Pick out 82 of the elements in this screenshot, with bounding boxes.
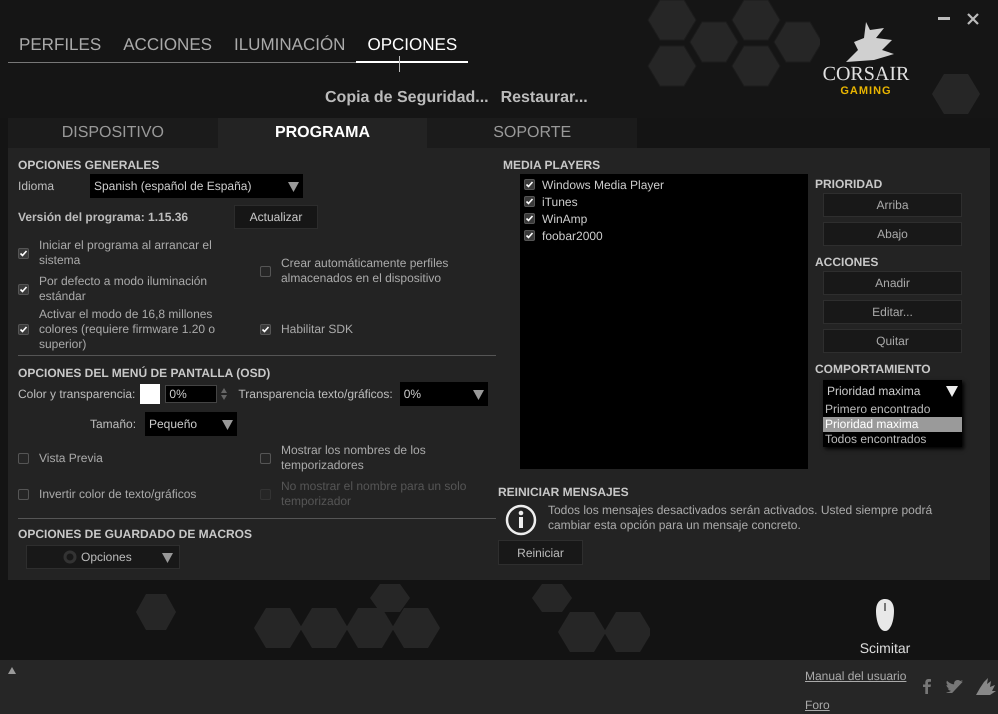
color-swatch[interactable] xyxy=(140,384,160,404)
checkbox[interactable] xyxy=(524,213,535,224)
list-item-label[interactable]: Windows Media Player xyxy=(542,176,664,194)
field-label: Transparencia texto/gráficos: xyxy=(238,386,393,403)
header-link[interactable]: Copia de Seguridad... xyxy=(325,86,489,110)
action-button[interactable]: Quitar xyxy=(823,329,962,353)
caret-icon xyxy=(472,388,484,400)
checkbox[interactable] xyxy=(18,248,29,258)
dropdown-option[interactable]: Primero encontrado xyxy=(823,402,962,417)
nav-tab[interactable]: PERFILES xyxy=(8,32,112,62)
checkbox[interactable] xyxy=(260,266,271,276)
section-tab[interactable]: PROGRAMA xyxy=(218,118,428,148)
info-text: Todos los mensajes desactivados serán activados. Usted siempre podrá cambiar esta opción para un mensaje concreto. xyxy=(548,503,934,533)
checkbox-label: Crear automáticamente perfiles almacenados en el dispositivo xyxy=(281,256,450,286)
footer-link[interactable]: Foro xyxy=(805,696,906,714)
section-title: ACCIONES xyxy=(815,254,880,267)
reset-button[interactable]: Reiniciar xyxy=(498,540,583,565)
caret-icon xyxy=(288,180,299,192)
section-title: COMPORTAMIENTO xyxy=(815,361,932,374)
checkbox[interactable] xyxy=(18,452,29,464)
caret-icon xyxy=(946,385,958,397)
facebook-icon[interactable] xyxy=(922,679,931,694)
caret-icon xyxy=(162,552,173,562)
nav-tab[interactable]: OPCIONES xyxy=(356,32,468,62)
checkbox-label: Iniciar el programa al arrancar el sistema xyxy=(39,238,213,268)
dropdown-option[interactable]: Todos encontrados xyxy=(823,432,962,447)
checkbox-label: Invertir color de texto/gráficos xyxy=(39,486,196,502)
mouse-icon xyxy=(875,598,895,632)
checkbox[interactable] xyxy=(524,230,535,241)
size-dropdown[interactable]: Pequeño xyxy=(145,412,237,436)
checkbox-label: Activar el modo de 16,8 millones colores (requiere firmware 1.20 o superior) xyxy=(39,306,216,352)
field-label: Tamaño: xyxy=(90,416,138,433)
checkbox-label: Vista Previa xyxy=(39,450,103,466)
caret-icon xyxy=(222,418,233,430)
bird-icon[interactable] xyxy=(946,680,963,693)
footer-link[interactable]: Manual del usuario xyxy=(805,667,906,685)
info-icon xyxy=(505,504,537,536)
section-title: OPCIONES DEL MENÚ DE PANTALLA (OSD) xyxy=(18,365,272,378)
checkbox[interactable] xyxy=(260,324,271,334)
checkbox[interactable] xyxy=(18,488,29,500)
action-button[interactable]: Anadir xyxy=(823,271,962,295)
device-name[interactable]: Scimitar xyxy=(860,638,910,659)
checkbox-label: Habilitar SDK xyxy=(281,322,354,336)
percent-input[interactable]: 0% xyxy=(165,385,218,403)
field-label: Color y transparencia: xyxy=(18,386,136,403)
checkbox[interactable] xyxy=(260,452,271,464)
header-link[interactable]: Restaurar... xyxy=(500,86,588,110)
list-item-label[interactable]: iTunes xyxy=(542,192,578,210)
checkbox-label: Mostrar los nombres de los temporizadores xyxy=(281,443,427,473)
section-tab[interactable]: DISPOSITIVO xyxy=(8,118,218,148)
sails-logo-icon[interactable] xyxy=(974,678,996,695)
checkbox[interactable] xyxy=(524,196,535,207)
logo-tagline: GAMING xyxy=(840,84,892,98)
section-title: REINICIAR MENSAJES xyxy=(498,484,630,497)
expand-arrow-icon[interactable] xyxy=(8,667,16,674)
logo-wordmark: CORSAIR xyxy=(822,64,910,84)
checkbox[interactable] xyxy=(18,324,29,334)
version-text: Versión del programa: 1.15.36 xyxy=(18,209,190,226)
transparency-dropdown[interactable]: 0% xyxy=(400,382,488,406)
nav-tab[interactable]: ACCIONES xyxy=(112,32,223,62)
section-title: PRIORIDAD xyxy=(815,176,884,189)
checkbox[interactable] xyxy=(524,179,535,190)
section-tab[interactable]: SOPORTE xyxy=(427,118,638,148)
spinner-icon[interactable] xyxy=(221,388,228,400)
update-button[interactable]: Actualizar xyxy=(234,205,318,229)
action-button[interactable]: Editar... xyxy=(823,300,962,324)
behavior-dropdown[interactable]: Prioridad maxima Primero encontrado Prioridad maxima Todos encontrados xyxy=(823,380,962,447)
close-icon[interactable] xyxy=(967,13,979,25)
priority-button[interactable]: Abajo xyxy=(823,222,962,246)
section-title: MEDIA PLAYERS xyxy=(503,157,602,170)
nav-tab[interactable]: ILUMINACIÓN xyxy=(223,32,356,62)
section-title: OPCIONES GENERALES xyxy=(18,157,160,170)
checkbox[interactable] xyxy=(18,284,29,294)
list-item-label[interactable]: foobar2000 xyxy=(542,226,603,244)
section-title: OPCIONES DE GUARDADO DE MACROS xyxy=(18,526,254,539)
checkbox-label: Por defecto a modo iluminación estándar xyxy=(39,274,208,304)
minimize-icon[interactable] xyxy=(938,17,950,21)
list-item-label[interactable]: WinAmp xyxy=(542,210,588,228)
priority-button[interactable]: Arriba xyxy=(823,193,962,217)
language-dropdown[interactable]: Spanish (español de España) xyxy=(90,174,303,198)
options-dropdown-button[interactable]: Opciones xyxy=(26,545,180,569)
field-label: Idioma xyxy=(18,178,56,195)
